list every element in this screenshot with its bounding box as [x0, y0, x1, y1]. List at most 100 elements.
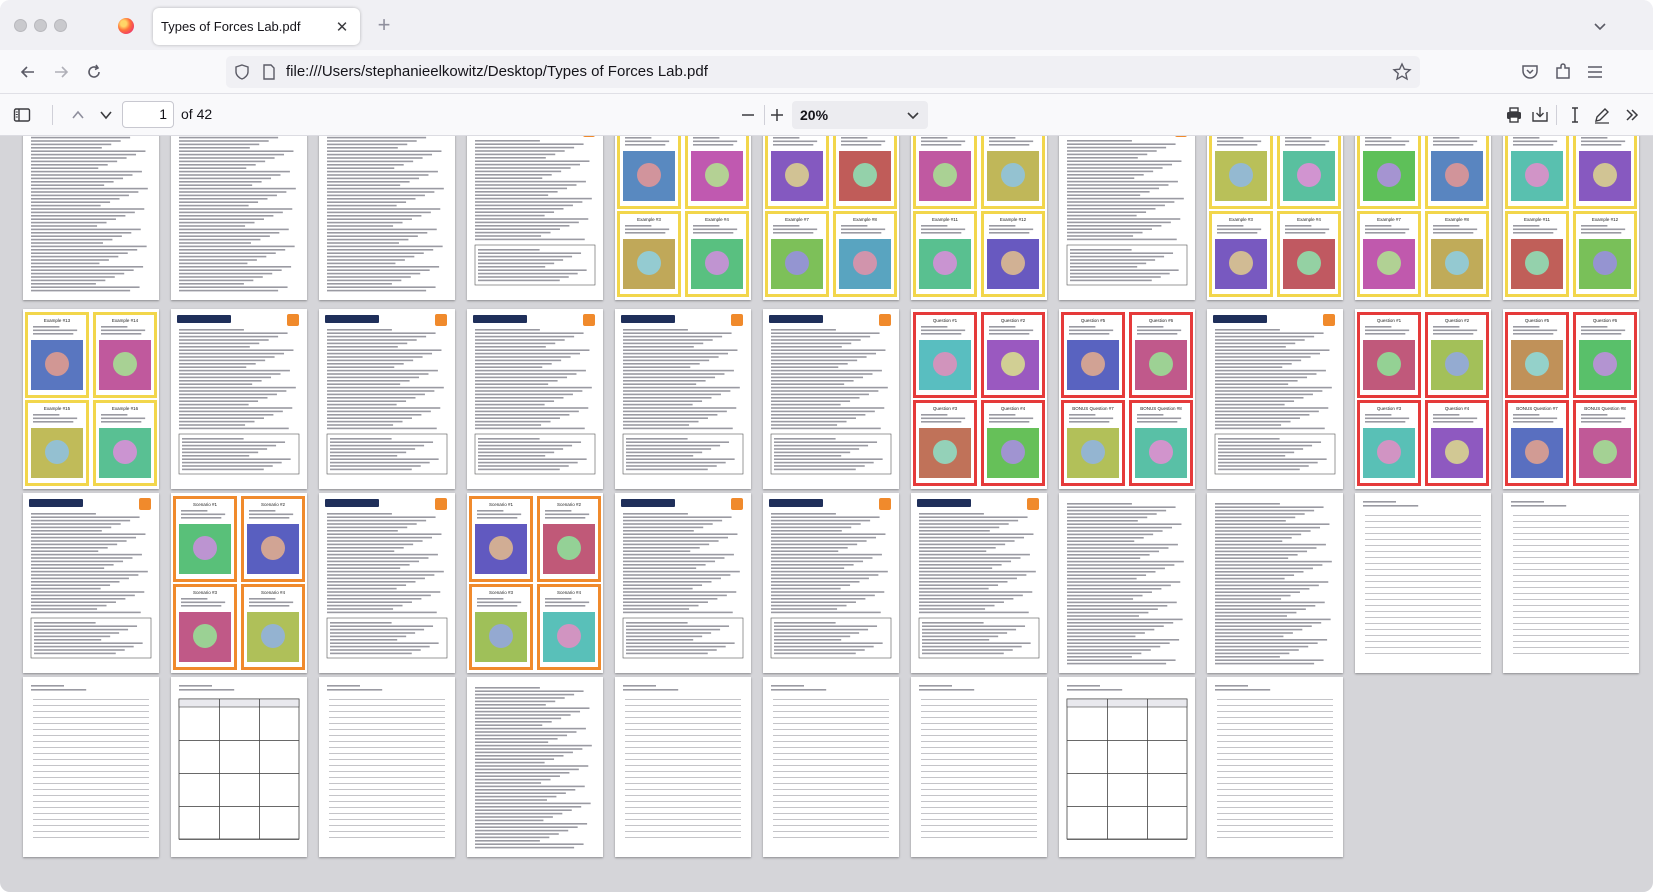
tools-menu-button[interactable]: [1620, 103, 1644, 127]
page-number-input[interactable]: 1: [122, 101, 174, 128]
double-chevron-right-icon: [1626, 109, 1639, 121]
pdf-page-thumbnail[interactable]: [763, 493, 899, 673]
pdf-page-thumbnail[interactable]: [911, 493, 1047, 673]
close-tab-icon[interactable]: ✕: [331, 16, 353, 38]
tab-bar: Types of Forces Lab.pdf ✕ +: [0, 0, 1653, 50]
pdf-page-thumbnail[interactable]: Example #9Example #10Example #11Example …: [911, 136, 1047, 300]
pdf-page-thumbnail[interactable]: Scenario #1 Scenario #2 Scenario #3 Scenari…: [171, 493, 307, 673]
card-label: Scenario #2: [261, 502, 286, 507]
pdf-page-thumbnail[interactable]: Example #5Example #6Example #7Example #8: [1355, 136, 1491, 300]
page-content-preview: [179, 136, 296, 292]
arrow-right-icon: [55, 66, 69, 78]
list-all-tabs-button[interactable]: [1588, 14, 1612, 38]
window-minimize-button[interactable]: [34, 19, 47, 32]
page-content-preview: Example #5Example #6Example #7Example #8: [765, 136, 897, 297]
pdf-page-thumbnail[interactable]: [763, 677, 899, 857]
zoom-in-button[interactable]: [765, 103, 789, 127]
firefox-logo-icon[interactable]: [118, 18, 134, 34]
pdf-page-thumbnail[interactable]: Example #5Example #6Example #7Example #8: [763, 136, 899, 300]
pdf-page-thumbnail[interactable]: [615, 309, 751, 489]
pdf-page-thumbnail[interactable]: [1503, 493, 1639, 673]
reload-button[interactable]: [80, 58, 108, 86]
pdf-page-thumbnail[interactable]: [319, 493, 455, 673]
card-label: Example #8: [853, 217, 877, 222]
card-label: Question #1: [1377, 318, 1402, 323]
zoom-out-button[interactable]: [736, 103, 760, 127]
pdf-page-thumbnail[interactable]: [171, 677, 307, 857]
page-content-preview: Example #5Example #6Example #7Example #8: [1357, 136, 1489, 297]
toggle-sidebar-button[interactable]: [10, 103, 34, 127]
bookmark-star-icon[interactable]: [1392, 62, 1412, 82]
pdf-page-thumbnail[interactable]: Example #9Example #10Example #11Example …: [1503, 136, 1639, 300]
next-page-button[interactable]: [94, 103, 118, 127]
pdf-page-thumbnail[interactable]: [23, 136, 159, 300]
hamburger-menu-icon[interactable]: [1584, 61, 1606, 83]
card-label: Question #6: [1149, 318, 1174, 323]
pdf-page-thumbnail[interactable]: [911, 677, 1047, 857]
pdf-page-thumbnail[interactable]: [615, 493, 751, 673]
page-content-preview: [325, 498, 448, 659]
card-label: Example #14: [112, 318, 139, 323]
pdf-page-thumbnail[interactable]: [1059, 493, 1195, 673]
zoom-select[interactable]: 20%: [792, 101, 928, 129]
pdf-page-thumbnail[interactable]: [23, 677, 159, 857]
pocket-icon[interactable]: [1519, 61, 1541, 83]
pdf-page-thumbnail[interactable]: Question #1 Question #2 Question #3 Questio…: [1355, 309, 1491, 489]
pdf-page-thumbnail[interactable]: Question #1 Question #2 Question #3 Questio…: [911, 309, 1047, 489]
zoom-value: 20%: [800, 107, 829, 123]
page-info-icon[interactable]: [262, 64, 276, 80]
draw-tool-button[interactable]: [1590, 103, 1614, 127]
pdf-page-thumbnail[interactable]: [1355, 493, 1491, 673]
text-tool-button[interactable]: [1563, 103, 1587, 127]
card-label: Question #5: [1081, 318, 1106, 323]
pdf-page-thumbnail[interactable]: [23, 493, 159, 673]
card-label: Example #13: [44, 318, 71, 323]
window-maximize-button[interactable]: [54, 19, 67, 32]
pdf-page-thumbnail[interactable]: [615, 677, 751, 857]
pdf-page-thumbnail[interactable]: Question #5 Question #6 BONUS Question #7 B…: [1503, 309, 1639, 489]
pdf-page-thumbnail[interactable]: [1059, 677, 1195, 857]
forward-button[interactable]: [47, 58, 75, 86]
extensions-puzzle-icon[interactable]: [1552, 61, 1574, 83]
tab-types-of-forces-lab[interactable]: Types of Forces Lab.pdf ✕: [153, 8, 360, 45]
page-content-preview: Question #5 Question #6 BONUS Question #7 B…: [1061, 312, 1193, 486]
pdf-page-thumbnail[interactable]: [467, 136, 603, 300]
pdf-page-thumbnail[interactable]: Example #1Example #2Example #3Example #4: [615, 136, 751, 300]
plus-icon: [771, 109, 783, 121]
pdf-page-thumbnail[interactable]: [763, 309, 899, 489]
page-content-preview: [1363, 501, 1481, 654]
pdf-page-thumbnail[interactable]: [1059, 136, 1195, 300]
page-content-preview: Example #9Example #10Example #11Example …: [913, 136, 1045, 297]
toolbar-separator: [1556, 105, 1557, 125]
new-tab-button[interactable]: +: [372, 14, 396, 38]
back-button[interactable]: [14, 58, 42, 86]
card-label: Scenario #3: [193, 590, 218, 595]
pdf-page-thumbnail[interactable]: [171, 309, 307, 489]
pdf-page-thumbnail[interactable]: [1207, 309, 1343, 489]
card-label: Question #2: [1001, 318, 1026, 323]
pdf-page-thumbnail[interactable]: Question #5 Question #6 BONUS Question #7 B…: [1059, 309, 1195, 489]
pdf-page-thumbnail[interactable]: [467, 309, 603, 489]
pdf-page-thumbnail[interactable]: [319, 309, 455, 489]
pdf-page-thumbnail[interactable]: [1207, 677, 1343, 857]
url-text[interactable]: file:///Users/stephanieelkowitz/Desktop/…: [286, 63, 708, 80]
print-button[interactable]: [1502, 103, 1526, 127]
card-label: Question #6: [1593, 318, 1618, 323]
page-content-preview: [31, 685, 149, 838]
tracking-protection-shield-icon[interactable]: [234, 64, 250, 80]
pdf-page-thumbnail[interactable]: Example #1Example #2Example #3Example #4: [1207, 136, 1343, 300]
sidebar-icon: [13, 108, 31, 122]
pdf-page-thumbnail[interactable]: [1207, 493, 1343, 673]
pdf-page-thumbnail[interactable]: [467, 677, 603, 857]
pdf-viewer-grid[interactable]: Example #1Example #2Example #3Example #4…: [0, 136, 1653, 892]
pdf-page-thumbnail[interactable]: Scenario #1 Scenario #2 Scenario #3 Scenari…: [467, 493, 603, 673]
address-bar[interactable]: file:///Users/stephanieelkowitz/Desktop/…: [226, 56, 1420, 88]
pdf-page-thumbnail[interactable]: [319, 136, 455, 300]
page-content-preview: [1067, 503, 1184, 665]
save-button[interactable]: [1528, 103, 1552, 127]
window-close-button[interactable]: [14, 19, 27, 32]
previous-page-button[interactable]: [66, 103, 90, 127]
pdf-page-thumbnail[interactable]: Example #13 Example #14 Example #15 Example…: [23, 309, 159, 489]
pdf-page-thumbnail[interactable]: [319, 677, 455, 857]
pdf-page-thumbnail[interactable]: [171, 136, 307, 300]
